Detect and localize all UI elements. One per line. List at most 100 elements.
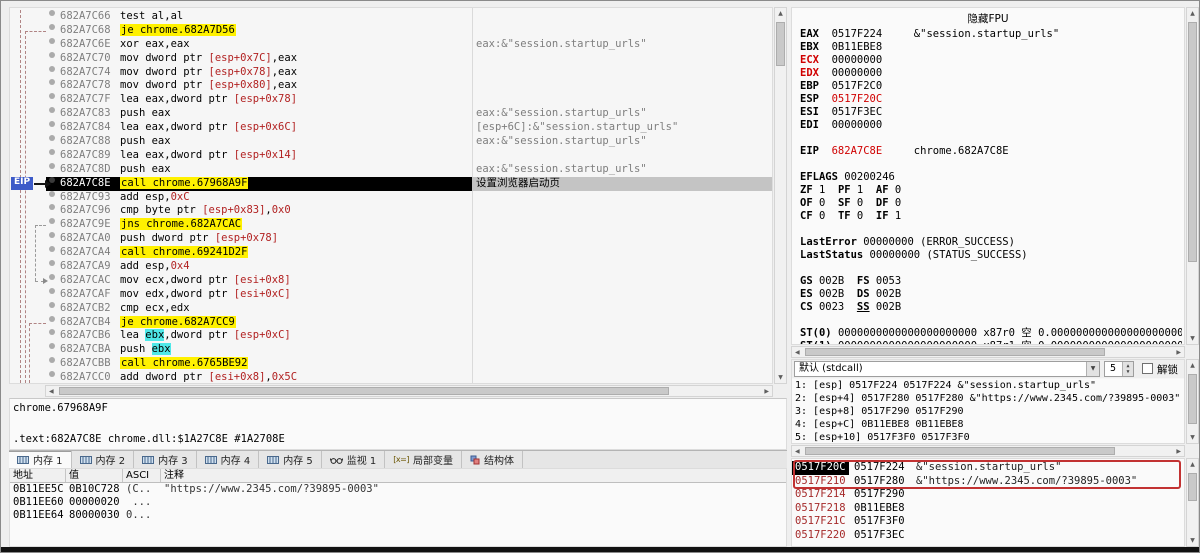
disasm-row[interactable]: 682A7C66 test al,al [10,10,772,24]
disasm-row[interactable]: 682A7CAC mov ecx,dword ptr [esi+0x8] [10,273,772,288]
breakpoint-dot[interactable] [49,357,55,364]
disasm-row[interactable]: 682A7CAF mov edx,dword ptr [esi+0xC] [10,287,772,302]
disasm-row[interactable]: 682A7C8E call chrome.67968A9F 设置浏览器启动页 [10,176,772,191]
dump-column-ascii[interactable]: ASCI [123,469,161,482]
scrollbar-thumb[interactable] [776,22,785,66]
argument-count-spinner[interactable]: 5 ▲ ▼ [1104,361,1134,377]
tab-locals[interactable]: [x=] 局部变量 [385,451,462,468]
breakpoint-dot[interactable] [49,65,55,72]
breakpoint-dot[interactable] [49,51,55,58]
hide-fpu-button[interactable]: 隐藏FPU [792,11,1184,26]
scroll-down-icon[interactable]: ▼ [1187,434,1198,441]
breakpoint-dot[interactable] [49,190,55,197]
stack-row[interactable]: 0517F220 0517F3EC [792,529,1184,543]
scroll-right-icon[interactable]: ▶ [1176,448,1181,455]
breakpoint-dot[interactable] [49,371,55,378]
breakpoint-dot[interactable] [49,93,55,100]
dump-row[interactable]: 0B11EE60 00000020 ... [10,496,786,509]
disasm-row[interactable]: 682A7C78 mov dword ptr [esp+0x80],eax [10,79,772,93]
register-line[interactable]: LastError 00000000 (ERROR_SUCCESS) [800,236,1182,249]
argument-row[interactable]: 2: [esp+4] 0517F280 0517F280 &"https://w… [792,392,1184,405]
register-line[interactable]: ST(1) 0000000000000000000000 x87r1 空 0.0… [800,340,1182,344]
disasm-row[interactable]: 682A7C74 mov dword ptr [esp+0x78],eax [10,65,772,80]
scrollbar-thumb[interactable] [59,387,669,395]
breakpoint-dot[interactable] [49,329,55,336]
register-line[interactable] [800,314,1182,327]
disasm-row[interactable]: 682A7CC0 add dword ptr [esi+0x8],0x5C [10,371,772,383]
argument-row[interactable]: 5: [esp+10] 0517F3F0 0517F3F0 [792,431,1184,443]
breakpoint-dot[interactable] [49,204,55,211]
scroll-up-icon[interactable]: ▲ [1187,10,1198,17]
disassembly-hscrollbar[interactable]: ◀ ▶ [45,385,773,397]
scrollbar-thumb[interactable] [805,348,1105,356]
calling-convention-select[interactable]: 默认 (stdcall) ▼ [794,361,1100,377]
breakpoint-dot[interactable] [49,315,55,322]
argument-row[interactable]: 1: [esp] 0517F224 0517F224 &"session.sta… [792,379,1184,392]
disasm-row[interactable]: 682A7C89 lea eax,dword ptr [esp+0x14] [10,148,772,163]
register-line[interactable] [800,132,1182,145]
registers-vscrollbar[interactable]: ▲ ▼ [1186,7,1199,345]
tab-memory-3[interactable]: 内存 3 [134,451,197,468]
disasm-row[interactable]: 682A7CBA push ebx [10,343,772,357]
memory-dump-pane[interactable]: 地址值 ASCI 注释 0B11EE5C 0B10C728 (C.. "https://w… [9,468,787,547]
disasm-row[interactable]: 682A7CA9 add esp,0x4 [10,260,772,274]
tab-memory-2[interactable]: 内存 2 [71,451,135,468]
disassembly-pane[interactable]: 682A7C66 test al,al 682A7C68 je chrome.682A… [9,7,773,384]
dump-row[interactable]: 0B11EE64 80000030 0... [10,509,786,522]
breakpoint-dot[interactable] [49,301,55,308]
register-line[interactable]: ZF 1 PF 1 AF 0 [800,184,1182,197]
stack-row[interactable]: 0517F218 0B11EBE8 [792,502,1184,516]
spinner-arrows-icon[interactable]: ▲ ▼ [1122,362,1133,376]
argument-row[interactable]: 3: [esp+8] 0517F290 0517F290 [792,405,1184,418]
scroll-left-icon[interactable]: ◀ [795,448,800,455]
register-line[interactable]: CF 0 TF 0 IF 1 [800,210,1182,223]
disasm-row[interactable]: 682A7C84 lea eax,dword ptr [esp+0x6C] [esp… [10,121,772,135]
register-line[interactable]: ESI 0517F3EC [800,106,1182,119]
argument-row[interactable]: 4: [esp+C] 0B11EBE8 0B11EBE8 [792,418,1184,431]
disasm-row[interactable]: 682A7C83 push eax eax:&"session.startup_ur… [10,107,772,121]
disasm-row[interactable]: 682A7C93 add esp,0xC [10,190,772,205]
scroll-up-icon[interactable]: ▲ [1187,362,1198,369]
register-line[interactable]: ESP 0517F20C [800,93,1182,106]
scroll-up-icon[interactable]: ▲ [775,10,786,17]
register-line[interactable]: ST(0) 0000000000000000000000 x87r0 空 0.0… [800,327,1182,340]
stack-pane[interactable]: 0517F20C 0517F224 &"session.startup_urls" 0… [791,458,1185,547]
breakpoint-dot[interactable] [49,162,55,169]
unlock-checkbox[interactable] [1142,363,1153,374]
breakpoint-dot[interactable] [49,232,55,239]
disasm-row[interactable]: 682A7C9E jns chrome.682A7CAC [10,218,772,232]
breakpoint-dot[interactable] [49,10,55,16]
breakpoint-dot[interactable] [49,218,55,225]
breakpoint-dot[interactable] [49,287,55,294]
disasm-row[interactable]: 682A7C68 je chrome.682A7D56 [10,23,772,38]
disasm-row[interactable]: 682A7CA0 push dword ptr [esp+0x78] [10,232,772,246]
scroll-down-icon[interactable]: ▼ [775,374,786,381]
register-line[interactable]: LastStatus 00000000 (STATUS_SUCCESS) [800,249,1182,262]
dump-row[interactable]: 0B11EE5C 0B10C728 (C.. "https://www.2345.co… [10,483,786,496]
breakpoint-dot[interactable] [49,37,55,44]
register-line[interactable]: EBP 0517F2C0 [800,80,1182,93]
stack-row[interactable]: 0517F20C 0517F224 &"session.startup_urls" [792,461,1184,475]
register-line[interactable]: EFLAGS 00200246 [800,171,1182,184]
register-line[interactable]: EBX 0B11EBE8 [800,41,1182,54]
disasm-row[interactable]: 682A7C7F lea eax,dword ptr [esp+0x78] [10,93,772,107]
disasm-row[interactable]: 682A7C6E xor eax,eax eax:&"session.startup… [10,37,772,52]
tab-watch-1[interactable]: 监视 1 [321,451,386,468]
disasm-row[interactable]: 682A7CB6 lea ebx,dword ptr [esp+0xC] [10,329,772,343]
call-arguments-pane[interactable]: 默认 (stdcall) ▼ 5 ▲ ▼ 解锁 1: [esp] 0517F224… [791,359,1185,444]
breakpoint-dot[interactable] [49,246,55,253]
dump-column-comment[interactable]: 注释 [161,469,786,482]
register-line[interactable] [800,223,1182,236]
scrollbar-thumb[interactable] [1188,22,1197,262]
scroll-right-icon[interactable]: ▶ [764,388,769,395]
breakpoint-dot[interactable] [49,135,55,142]
arguments-hscrollbar[interactable]: ◀ ▶ [791,445,1185,457]
scrollbar-thumb[interactable] [805,447,1115,455]
stack-vscrollbar[interactable]: ▲ ▼ [1186,458,1199,547]
breakpoint-dot[interactable] [49,121,55,128]
register-line[interactable]: EAX 0517F224 &"session.startup_urls" [800,28,1182,41]
breakpoint-dot[interactable] [49,148,55,155]
breakpoint-dot[interactable] [49,79,55,86]
disasm-row[interactable]: 682A7C88 push eax eax:&"session.startup_ur… [10,135,772,149]
scroll-down-icon[interactable]: ▼ [1187,335,1198,342]
